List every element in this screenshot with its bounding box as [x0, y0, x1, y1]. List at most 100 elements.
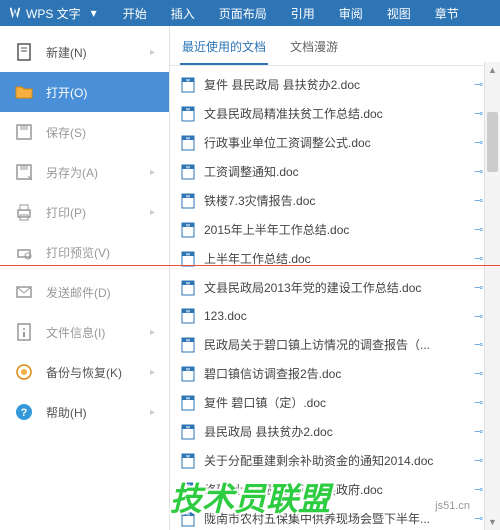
sidebar-label: 发送邮件(D) [46, 284, 111, 301]
dropdown-icon[interactable]: ▾ [85, 6, 103, 20]
doc-name: 行政事业单位工资调整公式.doc [204, 134, 466, 151]
sidebar-label: 打印(P) [46, 204, 86, 221]
doc-name: 文县民政局精准扶贫工作总结.doc [204, 105, 466, 122]
sidebar-item-preview[interactable]: 打印预览(V) [0, 232, 169, 272]
svg-text:W: W [186, 309, 190, 314]
help-icon: ? [14, 402, 34, 422]
doc-item[interactable]: W上半年工作总结.doc⊸ [170, 244, 500, 273]
content-tab[interactable]: 文档漫游 [288, 34, 340, 65]
ribbon-tabs: 开始 插入 页面布局 引用 审阅 视图 章节 [111, 0, 471, 26]
tab-insert[interactable]: 插入 [159, 0, 207, 26]
svg-text:W: W [186, 135, 190, 140]
open-icon [14, 82, 34, 102]
new-icon [14, 42, 34, 62]
scrollbar[interactable]: ▲ ▼ [484, 62, 500, 530]
main-area: 新建(N)▸ 打开(O) 保存(S) 另存为(A) ▸ 打印(P) ▸ 打印预览(V) 发送邮件… [0, 26, 500, 530]
svg-text:W: W [186, 453, 190, 458]
doc-icon: W [180, 222, 196, 238]
doc-item[interactable]: W123.doc⊸ [170, 302, 500, 330]
chevron-right-icon: ▸ [150, 367, 155, 378]
doc-icon: W [180, 337, 196, 353]
scroll-up-icon[interactable]: ▲ [485, 62, 500, 78]
doc-name: 2015年上半年工作总结.doc [204, 221, 466, 238]
app-logo[interactable]: WPS 文字 ▾ [0, 5, 111, 22]
doc-item[interactable]: W复件 县民政局 县扶贫办2.doc⊸ [170, 70, 500, 99]
sidebar-label: 打开(O) [46, 84, 87, 101]
tab-start[interactable]: 开始 [111, 0, 159, 26]
sidebar-item-save[interactable]: 保存(S) [0, 112, 169, 152]
tab-view[interactable]: 视图 [375, 0, 423, 26]
info-icon [14, 322, 34, 342]
backup-icon [14, 362, 34, 382]
sidebar: 新建(N)▸ 打开(O) 保存(S) 另存为(A) ▸ 打印(P) ▸ 打印预览(V) 发送邮件… [0, 26, 170, 530]
app-name: WPS 文字 [26, 5, 81, 22]
doc-icon: W [180, 135, 196, 151]
doc-list: W复件 县民政局 县扶贫办2.doc⊸W文县民政局精准扶贫工作总结.doc⊸W行… [170, 66, 500, 530]
doc-item[interactable]: W民政局关于碧口镇上访情况的调查报告（...⊸ [170, 330, 500, 359]
doc-icon: W [180, 453, 196, 469]
sidebar-label: 另存为(A) [46, 164, 98, 181]
doc-item[interactable]: W工资调整通知.doc⊸ [170, 157, 500, 186]
watermark-url: js51.cn [435, 500, 470, 512]
sidebar-item-print[interactable]: 打印(P) ▸ [0, 192, 169, 232]
doc-name: 工资调整通知.doc [204, 163, 466, 180]
svg-text:W: W [186, 424, 190, 429]
preview-icon [14, 242, 34, 262]
sidebar-label: 备份与恢复(K) [46, 364, 122, 381]
doc-name: 碧口镇信访调查报2告.doc [204, 365, 466, 382]
doc-item[interactable]: W铁楼7.3灾情报告.doc⊸ [170, 186, 500, 215]
chevron-right-icon: ▸ [150, 167, 155, 178]
red-divider-line [0, 265, 500, 266]
sidebar-item-new[interactable]: 新建(N)▸ [0, 32, 169, 72]
doc-icon: W [180, 164, 196, 180]
doc-item[interactable]: W文县民政局精准扶贫工作总结.doc⊸ [170, 99, 500, 128]
content-tabs: 最近使用的文档文档漫游 [170, 26, 500, 66]
svg-text:W: W [186, 77, 190, 82]
content-tab[interactable]: 最近使用的文档 [180, 34, 268, 65]
sidebar-item-saveas[interactable]: 另存为(A) ▸ [0, 152, 169, 192]
doc-icon: W [180, 77, 196, 93]
doc-item[interactable]: W碧口镇信访调查报2告.doc⊸ [170, 359, 500, 388]
content-panel: 最近使用的文档文档漫游 W复件 县民政局 县扶贫办2.doc⊸W文县民政局精准扶… [170, 26, 500, 530]
doc-name: 文县民政局2013年党的建设工作总结.doc [204, 279, 466, 296]
tab-review[interactable]: 审阅 [327, 0, 375, 26]
doc-name: 县民政局 县扶贫办2.doc [204, 423, 466, 440]
watermark-text: 技术员联盟 [170, 474, 330, 520]
doc-icon: W [180, 366, 196, 382]
sidebar-label: 打印预览(V) [46, 244, 110, 261]
doc-name: 关于分配重建剩余补助资金的通知2014.doc [204, 452, 466, 469]
doc-item[interactable]: W县民政局 县扶贫办2.doc⊸ [170, 417, 500, 446]
sidebar-item-open[interactable]: 打开(O) [0, 72, 169, 112]
doc-icon: W [180, 424, 196, 440]
svg-text:W: W [186, 366, 190, 371]
scroll-down-icon[interactable]: ▼ [485, 514, 500, 530]
doc-item[interactable]: W复件 碧口镇（定）.doc⊸ [170, 388, 500, 417]
scroll-thumb[interactable] [487, 112, 498, 172]
svg-text:W: W [186, 280, 190, 285]
sidebar-label: 保存(S) [46, 124, 86, 141]
svg-text:W: W [186, 164, 190, 169]
doc-item[interactable]: W行政事业单位工资调整公式.doc⊸ [170, 128, 500, 157]
sidebar-item-backup[interactable]: 备份与恢复(K) ▸ [0, 352, 169, 392]
svg-text:W: W [186, 222, 190, 227]
svg-text:?: ? [21, 407, 28, 419]
chevron-right-icon: ▸ [150, 207, 155, 218]
sidebar-item-send[interactable]: 发送邮件(D) [0, 272, 169, 312]
send-icon [14, 282, 34, 302]
doc-item[interactable]: W文县民政局2013年党的建设工作总结.doc⊸ [170, 273, 500, 302]
sidebar-item-help[interactable]: ?帮助(H)▸ [0, 392, 169, 432]
doc-item[interactable]: W2015年上半年工作总结.doc⊸ [170, 215, 500, 244]
doc-icon: W [180, 106, 196, 122]
sidebar-label: 帮助(H) [46, 404, 87, 421]
doc-name: 复件 碧口镇（定）.doc [204, 394, 466, 411]
tab-reference[interactable]: 引用 [279, 0, 327, 26]
doc-item[interactable]: W关于分配重建剩余补助资金的通知2014.doc⊸ [170, 446, 500, 475]
sidebar-item-info[interactable]: 文件信息(I)▸ [0, 312, 169, 352]
chevron-right-icon: ▸ [150, 47, 155, 58]
tab-layout[interactable]: 页面布局 [207, 0, 279, 26]
tab-chapter[interactable]: 章节 [423, 0, 471, 26]
svg-text:W: W [186, 106, 190, 111]
doc-name: 民政局关于碧口镇上访情况的调查报告（... [204, 336, 466, 353]
sidebar-label: 文件信息(I) [46, 324, 105, 341]
ribbon: WPS 文字 ▾ 开始 插入 页面布局 引用 审阅 视图 章节 [0, 0, 500, 26]
